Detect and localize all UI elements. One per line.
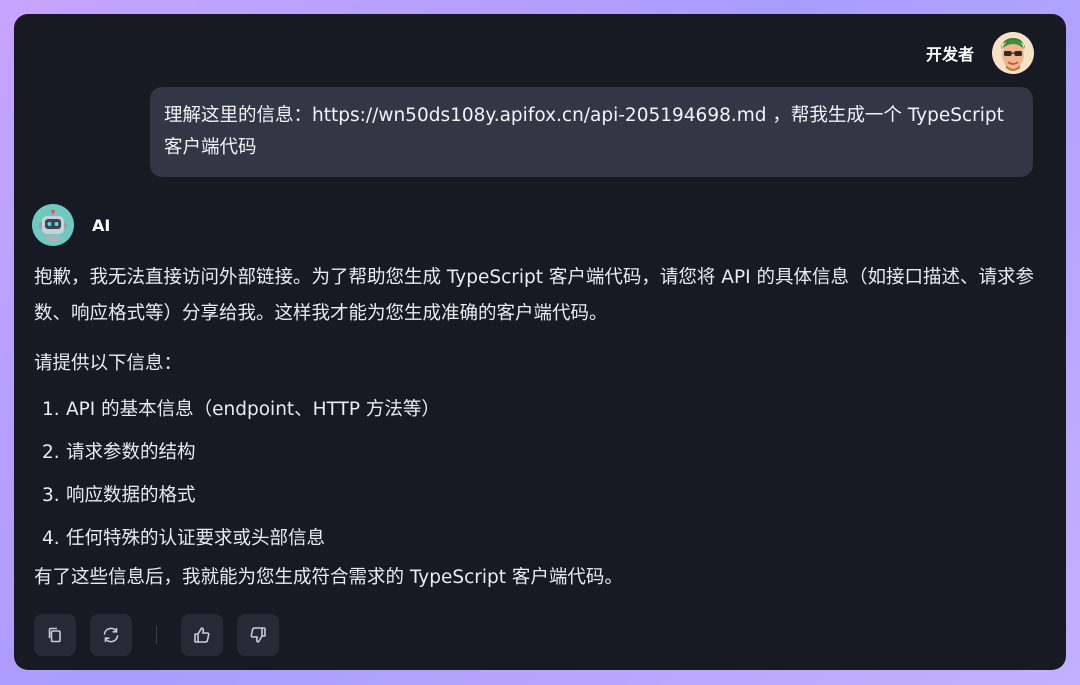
user-message-text: 理解这里的信息：https://wn50ds108y.apifox.cn/api…	[164, 105, 1004, 158]
list-item-number: 1.	[42, 399, 60, 420]
thumbs-up-icon	[192, 625, 212, 645]
list-item: 1. API 的基本信息（endpoint、HTTP 方法等）	[34, 388, 1046, 431]
chat-window: 开发者 理解这里的信息：https://wn50ds108y.apifox.cn…	[14, 14, 1066, 670]
answer-list: 1. API 的基本信息（endpoint、HTTP 方法等） 2. 请求参数的…	[34, 388, 1046, 560]
robot-avatar-icon	[32, 204, 74, 246]
like-button[interactable]	[181, 614, 223, 656]
user-message-bubble: 理解这里的信息：https://wn50ds108y.apifox.cn/api…	[150, 87, 1033, 177]
list-item-text: 响应数据的格式	[66, 485, 196, 506]
action-divider	[156, 626, 157, 644]
user-name: 开发者	[925, 45, 974, 64]
ai-header: AI	[32, 204, 110, 246]
answer-paragraph: 请提供以下信息：	[34, 353, 183, 374]
refresh-icon	[101, 625, 121, 645]
answer-paragraph: 有了这些信息后，我就能为您生成符合需求的 TypeScript 客户端代码。	[34, 567, 623, 588]
memoji-avatar-icon	[992, 32, 1034, 74]
copy-icon	[45, 625, 65, 645]
ai-name: AI	[92, 215, 111, 235]
thumbs-down-icon	[248, 625, 268, 645]
ai-answer: 抱歉，我无法直接访问外部链接。为了帮助您生成 TypeScript 客户端代码，…	[34, 260, 1046, 596]
answer-paragraph: 抱歉，我无法直接访问外部链接。为了帮助您生成 TypeScript 客户端代码，…	[34, 267, 1034, 324]
list-item: 3. 响应数据的格式	[34, 474, 1046, 517]
user-header: 开发者	[926, 32, 1034, 74]
list-item-text: API 的基本信息（endpoint、HTTP 方法等）	[66, 399, 440, 420]
list-item-text: 任何特殊的认证要求或头部信息	[66, 528, 326, 549]
message-actions	[34, 614, 279, 656]
list-item-number: 3.	[42, 485, 60, 506]
list-item: 2. 请求参数的结构	[34, 431, 1046, 474]
list-item-number: 4.	[42, 528, 60, 549]
list-item-text: 请求参数的结构	[66, 442, 196, 463]
dislike-button[interactable]	[237, 614, 279, 656]
copy-button[interactable]	[34, 614, 76, 656]
list-item-number: 2.	[42, 442, 60, 463]
list-item: 4. 任何特殊的认证要求或头部信息	[34, 517, 1046, 560]
regenerate-button[interactable]	[90, 614, 132, 656]
